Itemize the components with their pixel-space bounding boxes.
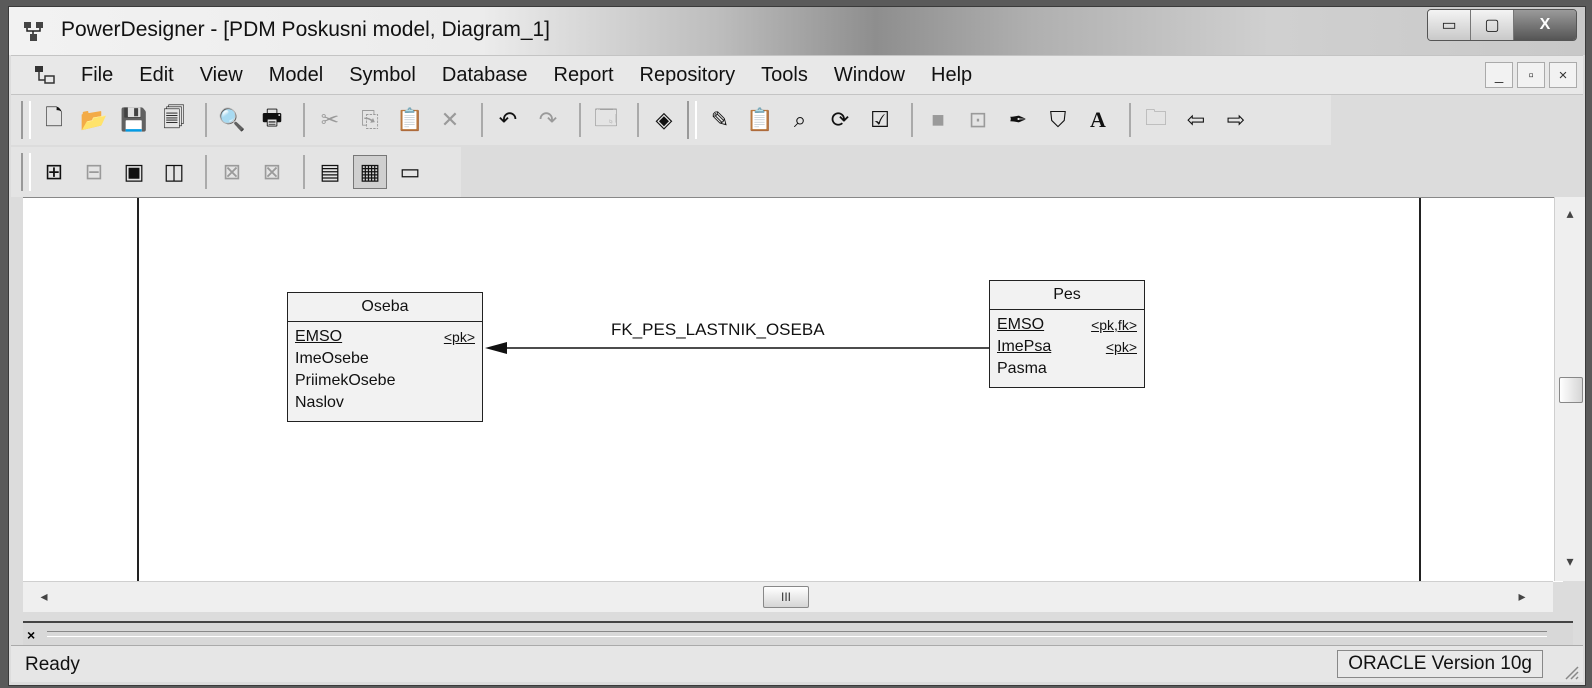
status-text: Ready bbox=[25, 654, 80, 675]
menu-symbol[interactable]: Symbol bbox=[349, 64, 416, 87]
output-pane: × bbox=[23, 621, 1573, 647]
reference-label: FK_PES_LASTNIK_OSEBA bbox=[611, 320, 825, 339]
move-up-icon[interactable]: ⊠ bbox=[215, 155, 249, 189]
toolbar-separator bbox=[1129, 103, 1131, 137]
find-icon[interactable]: ⌕ bbox=[783, 103, 817, 137]
copy-icon[interactable]: ⎘ bbox=[353, 103, 387, 137]
print-preview-icon[interactable]: 🔍 bbox=[215, 103, 249, 137]
font-icon[interactable]: A bbox=[1081, 103, 1115, 137]
fill-icon[interactable]: ■ bbox=[921, 103, 955, 137]
window-controls: ▭ ▢ X bbox=[1427, 9, 1577, 41]
toolbar-separator bbox=[911, 103, 913, 137]
move-down-icon[interactable]: ⊠ bbox=[255, 155, 289, 189]
app-icon bbox=[24, 22, 43, 41]
menu-model[interactable]: Model bbox=[269, 64, 323, 87]
model-check-icon[interactable]: ◈ bbox=[647, 103, 681, 137]
save-all-icon[interactable]: 🗐 bbox=[157, 103, 191, 137]
menu-report[interactable]: Report bbox=[554, 64, 614, 87]
app-window: PowerDesigner - [PDM Poskusni model, Dia… bbox=[8, 6, 1586, 686]
back-icon[interactable]: ⇦ bbox=[1179, 103, 1213, 137]
redo-icon[interactable]: ↷ bbox=[531, 103, 565, 137]
scroll-right-icon[interactable]: ▸ bbox=[1507, 588, 1537, 605]
toolbar-grip[interactable] bbox=[687, 101, 697, 139]
output-icon[interactable]: ▦ bbox=[353, 155, 387, 189]
toolbar-separator bbox=[481, 103, 483, 137]
menu-bar: File Edit View Model Symbol Database Rep… bbox=[11, 55, 1583, 95]
result-list-icon[interactable]: ▭ bbox=[393, 155, 427, 189]
line-style-icon[interactable]: ✒ bbox=[1001, 103, 1035, 137]
browser-icon[interactable]: ▤ bbox=[313, 155, 347, 189]
maximize-button[interactable]: ▢ bbox=[1471, 10, 1514, 40]
properties-icon[interactable]: 🗔 bbox=[589, 103, 623, 137]
menu-window[interactable]: Window bbox=[834, 64, 905, 87]
scroll-up-icon[interactable]: ▴ bbox=[1555, 205, 1585, 222]
menu-file[interactable]: File bbox=[81, 64, 113, 87]
grid-icon[interactable]: ⊟ bbox=[77, 155, 111, 189]
toolbar-grip[interactable] bbox=[21, 101, 31, 139]
undo-icon[interactable]: ↶ bbox=[491, 103, 525, 137]
window-title: PowerDesigner - [PDM Poskusni model, Dia… bbox=[61, 18, 551, 41]
diagram-canvas[interactable]: Oseba EMSO <pk> ImeOsebe PriimekOsebe Nas… bbox=[23, 197, 1563, 582]
toolbar-separator bbox=[205, 103, 207, 137]
mdi-controls: _ ▫ × bbox=[1481, 62, 1577, 88]
toolbar-separator bbox=[205, 155, 207, 189]
menu-items: File Edit View Model Symbol Database Rep… bbox=[81, 64, 998, 87]
vertical-scrollbar[interactable]: ▴ ▾ bbox=[1554, 197, 1585, 581]
menu-view[interactable]: View bbox=[200, 64, 243, 87]
document-icon[interactable] bbox=[33, 64, 57, 86]
scroll-left-icon[interactable]: ◂ bbox=[29, 588, 59, 605]
status-bar: Ready ORACLE Version 10g bbox=[11, 645, 1583, 682]
menu-help[interactable]: Help bbox=[931, 64, 972, 87]
text-field-icon[interactable]: ⊡ bbox=[961, 103, 995, 137]
open-icon[interactable]: 📂 bbox=[77, 103, 111, 137]
save-icon[interactable]: 💾 bbox=[117, 103, 151, 137]
print-icon[interactable]: 🖶 bbox=[255, 103, 289, 137]
double-page-icon[interactable]: ◫ bbox=[157, 155, 191, 189]
horizontal-scrollbar[interactable]: ◂ III ▸ bbox=[23, 581, 1553, 612]
menu-database[interactable]: Database bbox=[442, 64, 528, 87]
menu-edit[interactable]: Edit bbox=[139, 64, 173, 87]
cut-icon[interactable]: ✂ bbox=[313, 103, 347, 137]
delete-icon[interactable]: ✕ bbox=[433, 103, 467, 137]
mdi-minimize-button[interactable]: _ bbox=[1485, 62, 1513, 88]
vertical-scroll-thumb[interactable] bbox=[1559, 377, 1583, 403]
close-button[interactable]: X bbox=[1514, 10, 1576, 40]
pane-close-icon[interactable]: × bbox=[27, 627, 35, 643]
fill-style-icon[interactable]: ⛉ bbox=[1041, 103, 1075, 137]
toolbar-separator bbox=[303, 155, 305, 189]
horizontal-scroll-thumb[interactable]: III bbox=[763, 586, 809, 608]
single-page-icon[interactable]: ▣ bbox=[117, 155, 151, 189]
edit-icon[interactable]: ✎ bbox=[703, 103, 737, 137]
forward-icon[interactable]: ⇨ bbox=[1219, 103, 1253, 137]
reference-line[interactable] bbox=[23, 198, 1563, 582]
diagram-icon[interactable]: ⊞ bbox=[37, 155, 71, 189]
folder-icon[interactable]: 🗀 bbox=[1139, 103, 1173, 137]
standard-toolbar: 🗋 📂 💾 🗐 🔍 🖶 ✂ ⎘ 📋 ✕ ↶ ↷ 🗔 ◈ ✎ 📋 ⌕ ⟳ ☑ ■ … bbox=[11, 95, 1331, 145]
minimize-button[interactable]: ▭ bbox=[1428, 10, 1471, 40]
title-bar[interactable]: PowerDesigner - [PDM Poskusni model, Dia… bbox=[9, 7, 1585, 55]
check-icon[interactable]: ☑ bbox=[863, 103, 897, 137]
paste-icon[interactable]: 📋 bbox=[393, 103, 427, 137]
resize-grip-icon[interactable] bbox=[1563, 664, 1579, 680]
refresh-icon[interactable]: ⟳ bbox=[823, 103, 857, 137]
menu-tools[interactable]: Tools bbox=[761, 64, 808, 87]
mdi-restore-button[interactable]: ▫ bbox=[1517, 62, 1545, 88]
menu-repository[interactable]: Repository bbox=[640, 64, 736, 87]
new-icon[interactable]: 🗋 bbox=[37, 103, 71, 137]
diagram-toolbar: ⊞ ⊟ ▣ ◫ ⊠ ⊠ ▤ ▦ ▭ bbox=[11, 147, 461, 197]
toolbar-separator bbox=[579, 103, 581, 137]
toolbar-grip[interactable] bbox=[21, 153, 31, 191]
dbms-version: ORACLE Version 10g bbox=[1337, 650, 1543, 678]
toolbar-separator bbox=[303, 103, 305, 137]
toolbar-separator bbox=[637, 103, 639, 137]
scroll-down-icon[interactable]: ▾ bbox=[1555, 553, 1585, 570]
paste-as-shortcut-icon[interactable]: 📋 bbox=[743, 103, 777, 137]
pane-divider[interactable] bbox=[47, 631, 1547, 637]
mdi-close-button[interactable]: × bbox=[1549, 62, 1577, 88]
